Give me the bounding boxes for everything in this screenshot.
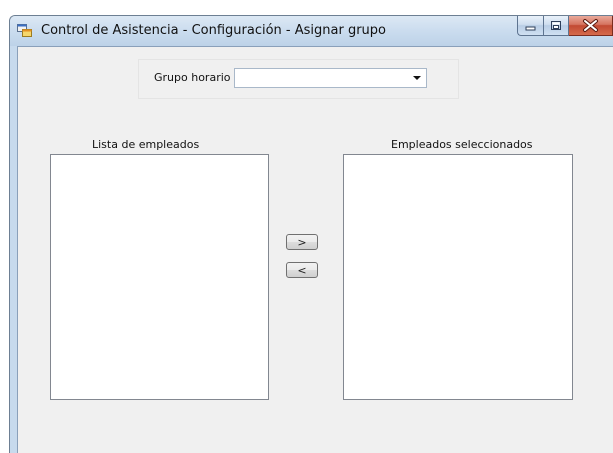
remove-employee-button[interactable]: < <box>286 262 318 278</box>
group-combobox[interactable] <box>234 68 427 88</box>
caption-buttons <box>517 16 613 37</box>
title-bar[interactable]: Control de Asistencia - Configuración - … <box>10 16 613 46</box>
chevron-down-icon <box>413 76 421 80</box>
minimize-button[interactable] <box>517 16 543 36</box>
selected-list-label: Empleados seleccionados <box>391 138 533 151</box>
add-employee-button[interactable]: > <box>286 234 318 250</box>
client-area: Grupo horario Lista de empleados Emplead… <box>17 46 613 453</box>
window-title: Control de Asistencia - Configuración - … <box>41 23 386 38</box>
group-label: Grupo horario <box>154 71 231 84</box>
close-button[interactable] <box>569 16 613 36</box>
form-window-icon <box>17 24 32 37</box>
maximize-button[interactable] <box>543 16 569 36</box>
selected-employees-listbox[interactable] <box>343 154 573 400</box>
maximize-icon <box>551 21 561 30</box>
close-icon <box>583 19 598 32</box>
app-window: Control de Asistencia - Configuración - … <box>9 15 613 453</box>
minimize-icon <box>525 26 536 31</box>
employees-listbox[interactable] <box>50 154 269 400</box>
employees-list-label: Lista de empleados <box>92 138 200 151</box>
